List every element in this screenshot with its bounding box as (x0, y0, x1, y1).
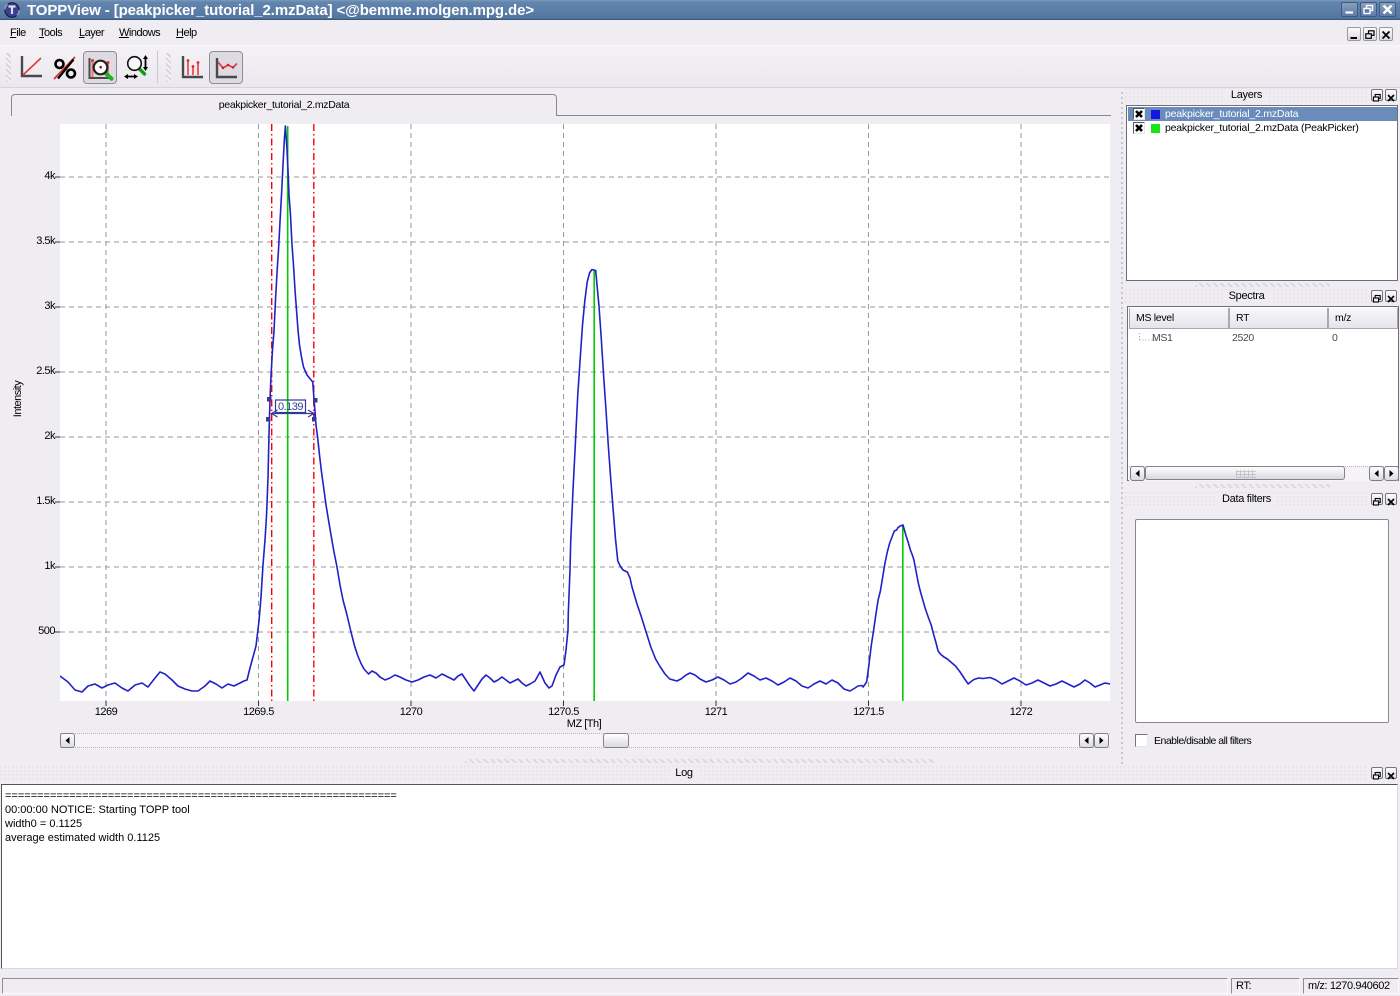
svg-text:0.139: 0.139 (278, 401, 303, 413)
